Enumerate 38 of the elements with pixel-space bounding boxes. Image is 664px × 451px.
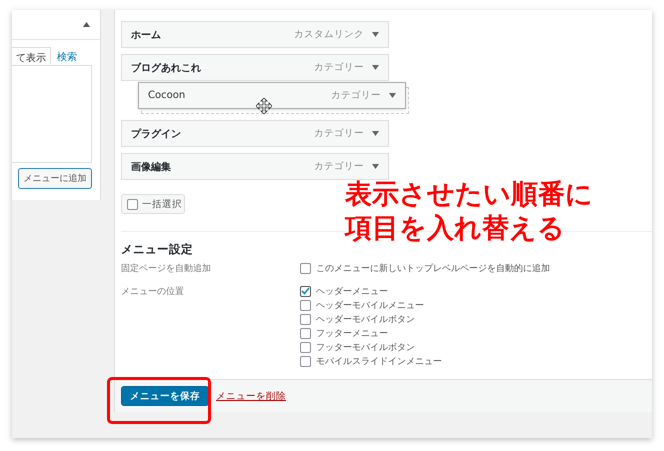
menu-item[interactable]: プラグイン カテゴリー bbox=[121, 120, 389, 147]
caret-icon[interactable] bbox=[372, 32, 379, 37]
menu-item[interactable]: ブログあれこれ カテゴリー bbox=[121, 54, 389, 81]
setting-label: 固定ページを自動追加 bbox=[121, 262, 212, 276]
add-to-menu-button[interactable]: メニューに追加 bbox=[18, 168, 92, 189]
checkbox[interactable] bbox=[300, 300, 311, 310]
section-heading: メニュー設定 bbox=[121, 242, 194, 257]
option-label: ヘッダーモバイルボタン bbox=[316, 314, 415, 326]
option-label: このメニューに新しいトップレベルページを自動的に追加 bbox=[316, 262, 550, 274]
checkbox[interactable] bbox=[127, 198, 138, 210]
save-menu-button[interactable]: メニューを保存 bbox=[121, 386, 209, 406]
checkbox[interactable] bbox=[300, 342, 311, 352]
caret-icon[interactable] bbox=[372, 164, 379, 169]
checkbox[interactable] bbox=[300, 314, 311, 324]
option-label: フッターメニュー bbox=[316, 328, 388, 340]
option-label: モバイルスライドインメニュー bbox=[316, 356, 442, 368]
annotation-text: 項目を入れ替える bbox=[345, 212, 566, 246]
option-label: ヘッダーメニュー bbox=[316, 286, 388, 298]
checkbox[interactable] bbox=[300, 262, 311, 274]
tab[interactable]: て表示 bbox=[12, 47, 51, 65]
tab[interactable]: 検索 bbox=[53, 47, 81, 65]
option-label: ヘッダーモバイルメニュー bbox=[316, 300, 424, 312]
setting-label: メニューの位置 bbox=[121, 286, 185, 299]
annotation-text: 表示させたい順番に bbox=[345, 178, 593, 212]
checkbox[interactable] bbox=[300, 286, 311, 296]
caret-icon[interactable] bbox=[389, 93, 396, 98]
bulk-select-button[interactable]: 一括選択 bbox=[121, 194, 185, 214]
caret-icon[interactable] bbox=[372, 65, 379, 70]
bulk-select-label: 一括選択 bbox=[142, 198, 182, 210]
checkbox[interactable] bbox=[300, 328, 311, 338]
menu-item[interactable]: 画像編集 カテゴリー bbox=[121, 153, 389, 180]
menu-item[interactable]: ホーム カスタムリンク bbox=[121, 21, 389, 48]
collapse-icon[interactable] bbox=[83, 22, 90, 27]
caret-icon[interactable] bbox=[372, 131, 379, 136]
checkbox[interactable] bbox=[300, 356, 311, 366]
option-label: フッターモバイルボタン bbox=[316, 342, 415, 354]
delete-menu-link[interactable]: メニューを削除 bbox=[216, 390, 286, 402]
move-cursor-icon bbox=[256, 98, 272, 114]
